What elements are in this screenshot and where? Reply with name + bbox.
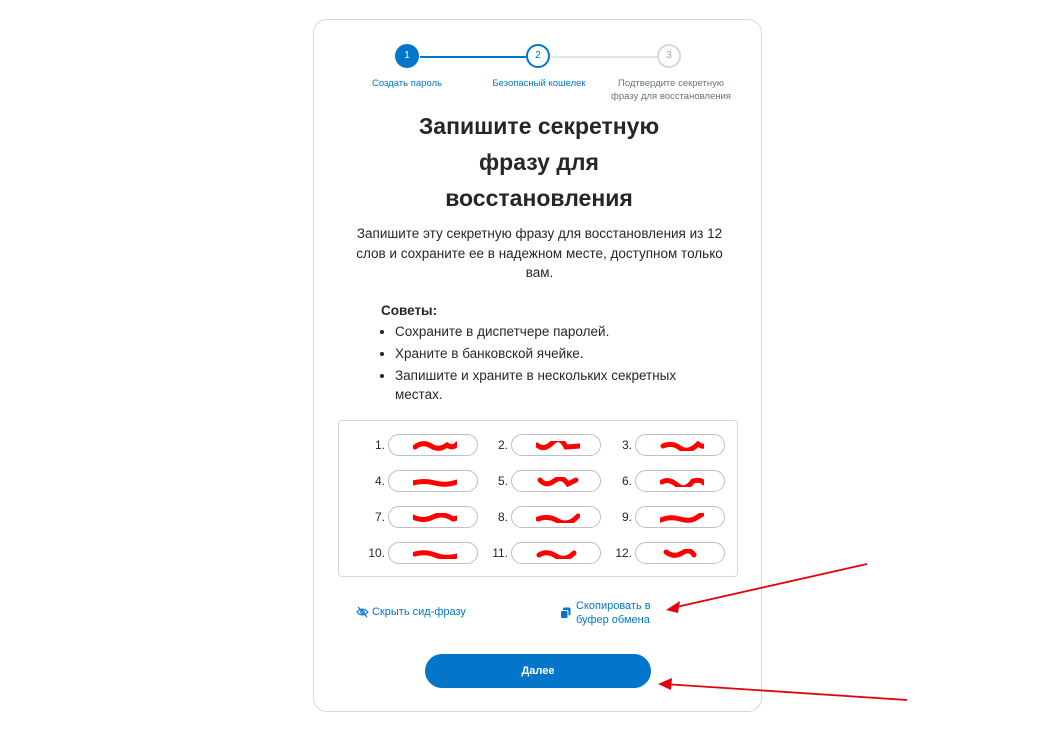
annotation-arrow-copy xyxy=(666,563,868,613)
annotation-arrow-next xyxy=(658,678,908,701)
annotation-arrows xyxy=(658,563,908,701)
